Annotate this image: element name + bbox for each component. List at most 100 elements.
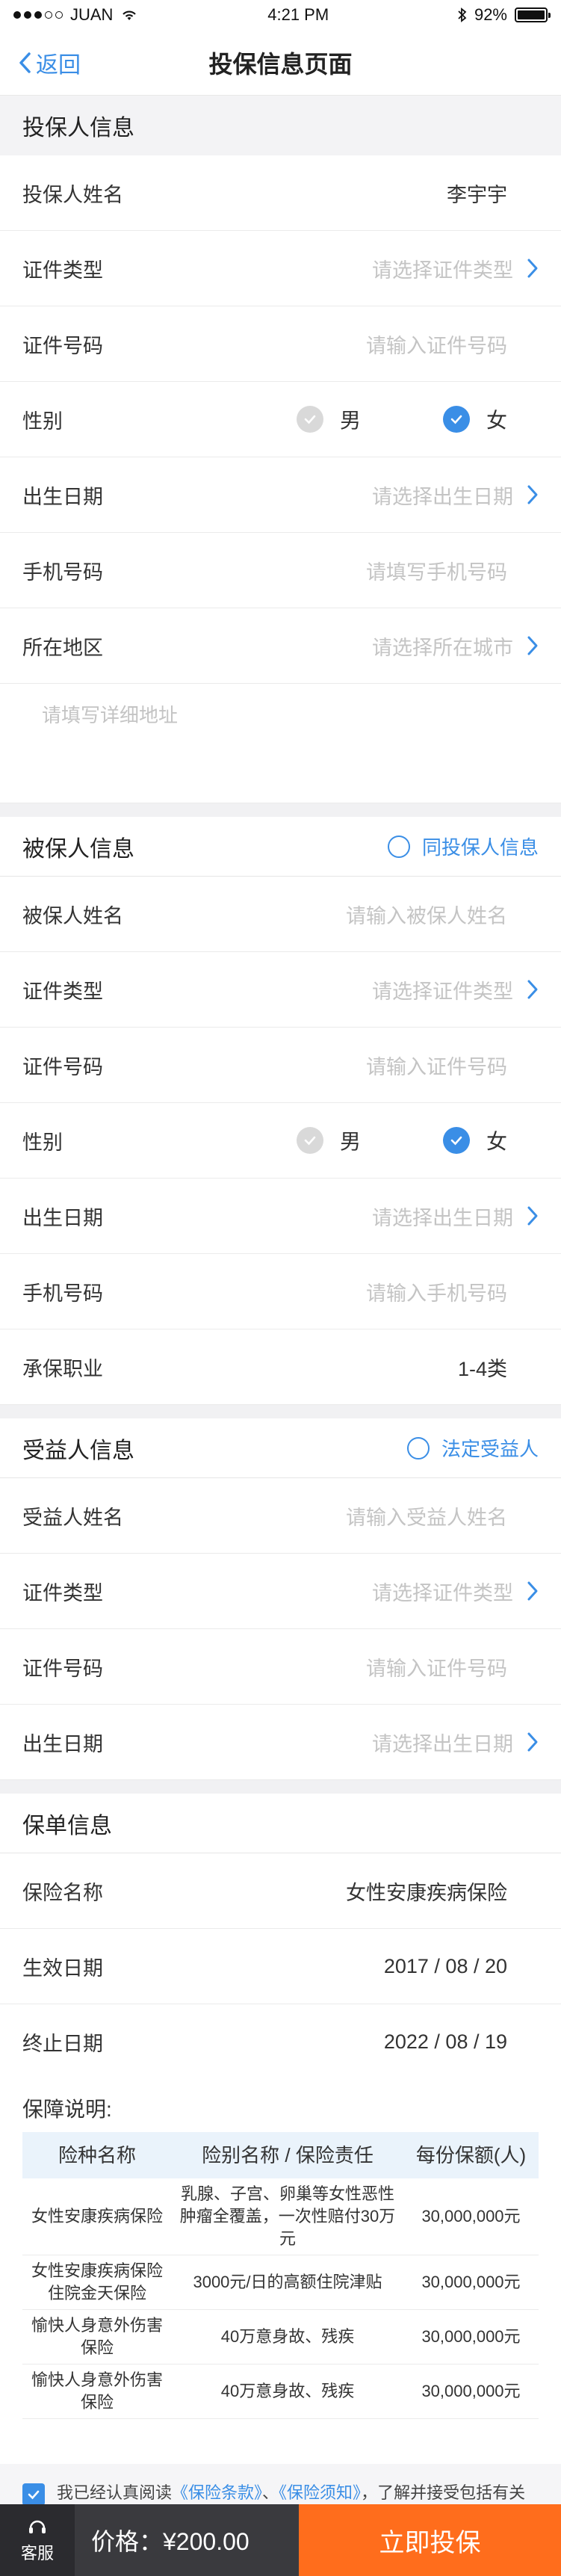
insured-job-row[interactable]: 承保职业 1-4类 (0, 1329, 561, 1405)
notice-link[interactable]: 《保险须知》 (279, 2483, 361, 2502)
field-label: 投保人姓名 (22, 183, 123, 206)
field-label: 出生日期 (22, 1732, 103, 1755)
wifi-icon (123, 10, 137, 20)
chevron-right-icon (527, 1732, 538, 1752)
policyholder-name-row[interactable]: 投保人姓名 李宇宇 (0, 155, 561, 231)
policy-section-title: 保单信息 (0, 1794, 561, 1853)
beneficiary-idno-row[interactable]: 证件号码 请输入证件号码 (0, 1629, 561, 1705)
section-divider (0, 1780, 561, 1794)
agreement-checkbox[interactable] (22, 2483, 45, 2506)
gender-male-radio[interactable]: 男 (296, 404, 361, 434)
policyholder-section-title: 投保人信息 (0, 96, 561, 155)
field-label: 出生日期 (22, 1206, 103, 1229)
field-label: 手机号码 (22, 560, 103, 584)
buy-now-button[interactable]: 立即投保 (299, 2504, 561, 2576)
beneficiary-idtype-row[interactable]: 证件类型 请选择证件类型 (0, 1554, 561, 1629)
field-label: 证件类型 (22, 1581, 103, 1604)
end-date-value: 2022 / 08 / 19 (383, 2030, 507, 2053)
headset-icon (29, 2520, 46, 2533)
gender-female-radio[interactable]: 女 (442, 404, 507, 434)
field-label: 终止日期 (22, 2033, 103, 2055)
back-label: 返回 (36, 53, 81, 78)
table-header: 险种名称 险别名称 / 保险责任 每份保额(人) (22, 2132, 539, 2178)
field-label: 证件号码 (22, 1657, 103, 1680)
insured-section-title: 被保人信息 同投保人信息 (0, 817, 561, 877)
idtype-select[interactable]: 请选择证件类型 (372, 254, 513, 283)
idno-input[interactable]: 请输入证件号码 (366, 330, 507, 359)
column-header: 每份保额(人) (415, 2144, 527, 2166)
bottom-bar: 客服 价格：¥200.00 立即投保 (0, 2504, 561, 2576)
policyholder-idtype-row[interactable]: 证件类型 请选择证件类型 (0, 231, 561, 306)
check-icon (442, 406, 470, 433)
birth-select[interactable]: 请选择出生日期 (372, 1728, 513, 1757)
back-button[interactable]: 返回 (18, 30, 81, 96)
status-bar: JUAN 4:21 PM 92% (0, 0, 561, 30)
table-row: 女性安康疾病保险住院金天保险 3000元/日的高额住院津贴 30,000,000… (22, 2255, 539, 2310)
column-header: 险别名称 / 保险责任 (202, 2144, 374, 2166)
insured-idno-row[interactable]: 证件号码 请输入证件号码 (0, 1028, 561, 1103)
chevron-right-icon (527, 259, 538, 278)
chevron-left-icon (19, 52, 31, 73)
idtype-select[interactable]: 请选择证件类型 (372, 975, 513, 1004)
field-label: 被保人姓名 (22, 904, 123, 927)
address-textarea[interactable]: 请填写详细地址 (0, 684, 561, 803)
idno-input[interactable]: 请输入证件号码 (366, 1652, 507, 1681)
birth-select[interactable]: 请选择出生日期 (372, 481, 513, 510)
nav-bar: 返回 投保信息页面 (0, 30, 561, 96)
policyholder-region-row[interactable]: 所在地区 请选择所在城市 (0, 608, 561, 684)
table-row: 女性安康疾病保险 乳腺、子宫、卵巢等女性恶性肿瘤全覆盖，一次性赔付30万元 30… (22, 2178, 539, 2255)
coverage-title: 保障说明: (22, 2098, 112, 2121)
idtype-select[interactable]: 请选择证件类型 (372, 1577, 513, 1606)
birth-select[interactable]: 请选择出生日期 (372, 1202, 513, 1231)
customer-service-button[interactable]: 客服 (0, 2504, 75, 2576)
field-label: 受益人姓名 (22, 1506, 123, 1529)
region-select[interactable]: 请选择所在城市 (372, 631, 513, 661)
field-label: 手机号码 (22, 1282, 103, 1305)
insured-name-row[interactable]: 被保人姓名 请输入被保人姓名 (0, 877, 561, 952)
table-row: 愉快人身意外伤害保险 40万意身故、残疾 30,000,000元 (22, 2365, 539, 2419)
insured-birth-row[interactable]: 出生日期 请选择出生日期 (0, 1179, 561, 1254)
coverage-table: 险种名称 险别名称 / 保险责任 每份保额(人) 女性安康疾病保险 乳腺、子宫、… (22, 2132, 539, 2419)
same-as-policyholder-radio[interactable]: 同投保人信息 (387, 833, 539, 860)
field-label: 出生日期 (22, 485, 103, 508)
clock: 4:21 PM (267, 5, 329, 24)
policyholder-phone-row[interactable]: 手机号码 请填写手机号码 (0, 533, 561, 608)
policy-name-value: 女性安康疾病保险 (346, 1881, 507, 1904)
section-divider (0, 803, 561, 817)
radio-circle-icon (406, 1436, 430, 1460)
beneficiary-name-row[interactable]: 受益人姓名 请输入受益人姓名 (0, 1478, 561, 1554)
chevron-right-icon (527, 1206, 538, 1226)
field-label: 生效日期 (22, 1956, 103, 1980)
table-row: 愉快人身意外伤害保险 40万意身故、残疾 30,000,000元 (22, 2310, 539, 2365)
field-label: 保险名称 (22, 1881, 103, 1904)
check-icon (442, 1127, 470, 1154)
gender-female-radio[interactable]: 女 (442, 1125, 507, 1155)
policy-name-row: 保险名称 女性安康疾病保险 (0, 1853, 561, 1929)
terms-link[interactable]: 《保险条款》 (172, 2483, 262, 2502)
gender-male-radio[interactable]: 男 (296, 1125, 361, 1155)
insured-phone-row[interactable]: 手机号码 请输入手机号码 (0, 1254, 561, 1329)
check-icon (28, 2490, 40, 2500)
bluetooth-icon (458, 7, 467, 22)
job-value: 1-4类 (457, 1357, 507, 1380)
policyholder-name-field[interactable]: 李宇宇 (447, 179, 507, 208)
chevron-right-icon (527, 1581, 538, 1601)
insured-name-input[interactable]: 请输入被保人姓名 (346, 900, 507, 929)
signal-icon (13, 11, 63, 19)
beneficiary-birth-row[interactable]: 出生日期 请选择出生日期 (0, 1705, 561, 1780)
phone-input[interactable]: 请输入手机号码 (366, 1277, 507, 1306)
beneficiary-section-title: 受益人信息 法定受益人 (0, 1418, 561, 1478)
beneficiary-name-input[interactable]: 请输入受益人姓名 (346, 1501, 507, 1531)
policy-start-row: 生效日期 2017 / 08 / 20 (0, 1929, 561, 2004)
battery-icon (515, 7, 551, 22)
insured-idtype-row[interactable]: 证件类型 请选择证件类型 (0, 952, 561, 1028)
section-divider (0, 1405, 561, 1418)
policyholder-gender-row: 性别 男 女 (0, 382, 561, 457)
check-icon (296, 406, 323, 433)
start-date-value: 2017 / 08 / 20 (383, 1954, 507, 1977)
phone-input[interactable]: 请填写手机号码 (366, 556, 507, 585)
idno-input[interactable]: 请输入证件号码 (366, 1051, 507, 1080)
policyholder-idno-row[interactable]: 证件号码 请输入证件号码 (0, 306, 561, 382)
legal-beneficiary-radio[interactable]: 法定受益人 (406, 1434, 539, 1462)
policyholder-birth-row[interactable]: 出生日期 请选择出生日期 (0, 457, 561, 533)
